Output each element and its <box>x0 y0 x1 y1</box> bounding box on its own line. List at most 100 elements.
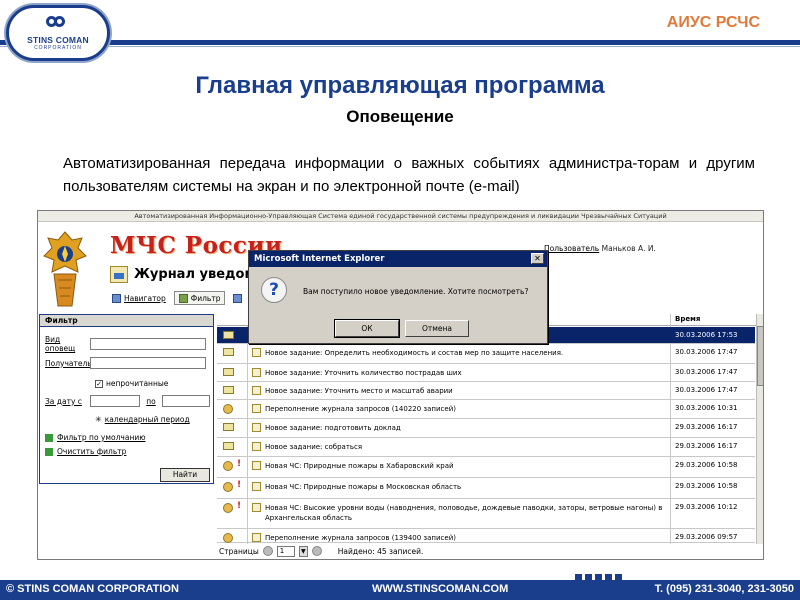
unread-row: ✓ непрочитанные <box>95 379 168 388</box>
alert-envelope-icon <box>223 482 233 492</box>
print-button[interactable] <box>229 291 246 305</box>
dialog-title: Microsoft Internet Explorer <box>254 254 385 264</box>
time-column-header[interactable]: Время <box>675 315 700 323</box>
filter-button[interactable]: Фильтр <box>173 291 226 305</box>
system-title-bar: Автоматизированная Информационно-Управля… <box>38 211 763 222</box>
message-icon <box>252 461 261 470</box>
notification-dialog: Microsoft Internet Explorer ✕ ? Вам пост… <box>248 250 548 344</box>
navigator-button[interactable]: Навигатор <box>108 291 170 305</box>
table-row[interactable]: Новое задание: Уточнить количество постр… <box>217 364 755 382</box>
calendar-period-row[interactable]: ✳ календарный период <box>95 415 190 424</box>
message-icon <box>252 386 261 395</box>
default-filter-link[interactable]: Фильтр по умолчанию <box>45 433 146 442</box>
unread-checkbox[interactable]: ✓ <box>95 379 103 388</box>
row-time: 30.03.2006 17:47 <box>675 386 738 394</box>
filter-panel: Фильтр Вид оповещ Получатель ✓ непрочита… <box>39 314 214 484</box>
unread-label: непрочитанные <box>106 379 169 388</box>
envelope-icon <box>223 348 234 356</box>
notifications-table: Время 30.03.2006 17:53 Новое задание: Опр… <box>217 314 763 544</box>
row-text: Новое задание: Уточнить место и масштаб … <box>265 387 453 395</box>
row-time: 30.03.2006 17:47 <box>675 368 738 376</box>
alert-envelope-icon <box>223 461 233 471</box>
default-filter-label: Фильтр по умолчанию <box>57 433 146 442</box>
company-logo: STINS COMAN CORPORATION <box>6 5 110 61</box>
user-name: Маньков А. И. <box>601 244 656 253</box>
table-row[interactable]: Переполнение журнала запросов (140220 за… <box>217 400 755 419</box>
recipient-label: Получатель <box>45 358 92 368</box>
footer-phone: Т. (095) 231-3040, 231-3050 <box>654 583 794 595</box>
navigator-icon <box>112 293 121 303</box>
alert-envelope-icon <box>223 533 233 543</box>
row-text: Переполнение журнала запросов (140220 за… <box>265 405 456 413</box>
pages-label: Страницы <box>219 546 259 556</box>
scrollbar-thumb[interactable] <box>757 326 763 386</box>
next-page-button[interactable] <box>311 546 322 556</box>
row-time: 29.03.2006 10:58 <box>675 482 738 490</box>
message-icon <box>252 404 261 413</box>
footer: © STINS COMAN CORPORATION WWW.STINSCOMAN… <box>0 580 800 600</box>
table-row[interactable]: ! Новая ЧС: Высокие уровни воды (наводнен… <box>217 499 755 529</box>
notification-type-input[interactable] <box>90 338 206 350</box>
table-row[interactable]: Новое задание: подготовить доклад 29.03.2… <box>217 419 755 438</box>
chevron-down-icon[interactable]: ▼ <box>298 545 308 557</box>
logo-mark-icon <box>46 15 70 34</box>
table-row[interactable]: Новое задание: Определить необходимость … <box>217 344 755 364</box>
arrow-right-icon <box>45 447 53 456</box>
recipient-row: Получатель <box>45 357 206 369</box>
recipient-input[interactable] <box>90 357 206 369</box>
date-to-label: по <box>146 396 156 406</box>
table-row[interactable]: Переполнение журнала запросов (139400 за… <box>217 529 755 543</box>
footer-company: © STINS COMAN CORPORATION <box>6 583 179 595</box>
message-icon <box>252 482 261 491</box>
close-icon[interactable]: ✕ <box>531 253 544 264</box>
date-to-input[interactable] <box>162 395 210 407</box>
table-row[interactable]: ! Новая ЧС: Природные пожары в Московская… <box>217 478 755 499</box>
row-text: Новое задание: Определить необходимость … <box>265 349 564 357</box>
journal-header: Журнал уведом <box>110 263 255 285</box>
date-range-row: За дату с по <box>45 395 210 407</box>
row-text: Переполнение журнала запросов (139400 за… <box>265 534 456 542</box>
page-select[interactable]: 1 <box>276 545 295 557</box>
important-icon: ! <box>237 459 242 469</box>
cancel-button[interactable]: Отмена <box>405 320 469 337</box>
brand-title: АИУС РСЧС <box>666 14 760 31</box>
message-icon <box>252 533 261 542</box>
clear-filter-label: Очистить фильтр <box>57 447 127 456</box>
message-icon <box>252 503 261 512</box>
row-time: 29.03.2006 10:58 <box>675 461 738 469</box>
mchs-emblem-icon <box>43 231 87 307</box>
alert-envelope-icon <box>223 404 233 414</box>
page-title: Главная управляющая программа <box>195 72 605 99</box>
table-row[interactable]: Новое задание: собраться 29.03.2006 16:17 <box>217 438 755 457</box>
question-icon: ? <box>261 277 287 303</box>
row-time: 30.03.2006 17:47 <box>675 348 738 356</box>
envelope-icon <box>223 368 234 376</box>
envelope-icon <box>223 331 234 339</box>
footer-website[interactable]: WWW.STINSCOMAN.COM <box>372 583 508 595</box>
row-text: Новое задание: собраться <box>265 443 363 451</box>
found-count: Найдено: 45 записей. <box>337 546 424 556</box>
logo-subtext: CORPORATION <box>34 44 82 51</box>
user-label[interactable]: Пользователь <box>544 244 599 253</box>
date-from-input[interactable] <box>90 395 140 407</box>
row-text: Новая ЧС: Природные пожары в Московская … <box>265 483 462 491</box>
find-button[interactable]: Найти <box>160 468 210 482</box>
logo-text: STINS COMAN <box>27 34 89 45</box>
prev-page-button[interactable] <box>262 546 273 556</box>
dialog-title-bar: Microsoft Internet Explorer ✕ <box>249 251 547 267</box>
envelope-icon <box>223 423 234 431</box>
ok-button[interactable]: ОК <box>334 319 400 338</box>
calendar-period-link[interactable]: календарный период <box>105 415 190 424</box>
filter-panel-title: Фильтр <box>40 315 213 327</box>
row-time: 29.03.2006 16:17 <box>675 423 738 431</box>
table-row[interactable]: Новое задание: Уточнить место и масштаб … <box>217 382 755 400</box>
row-text: Новое задание: Уточнить количество постр… <box>265 369 462 377</box>
table-row[interactable]: ! Новая ЧС: Природные пожары в Хабаровски… <box>217 457 755 478</box>
clear-filter-link[interactable]: Очистить фильтр <box>45 447 126 456</box>
calendar-icon: ✳ <box>95 415 102 424</box>
dialog-message: Вам поступило новое уведомление. Хотите … <box>303 287 529 296</box>
message-icon <box>252 423 261 432</box>
table-scrollbar[interactable] <box>756 314 763 544</box>
arrow-right-icon <box>45 433 53 442</box>
header-divider-thin <box>0 46 800 47</box>
